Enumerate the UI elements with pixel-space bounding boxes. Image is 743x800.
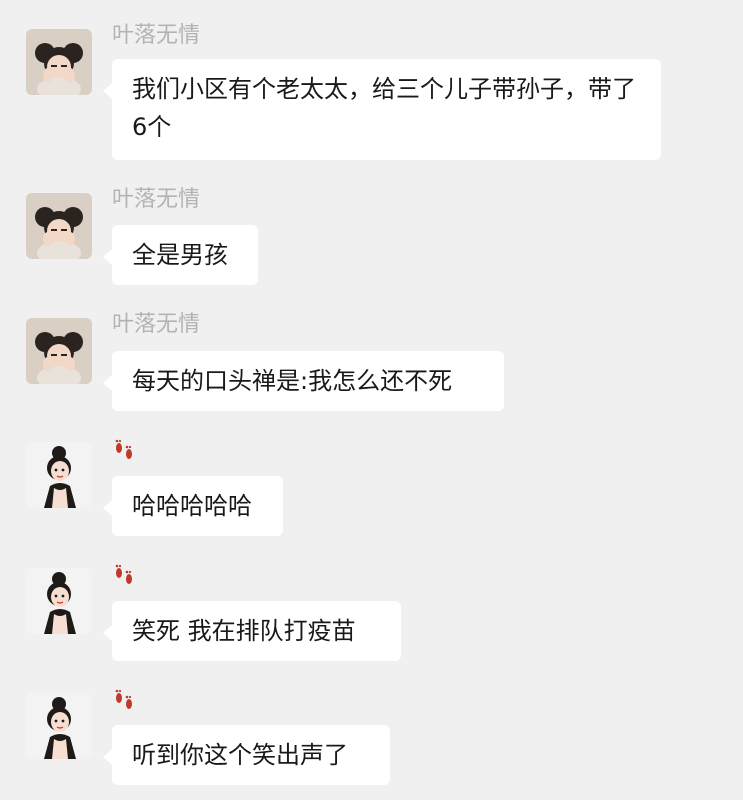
avatar[interactable] [26,442,92,508]
footprints-icon [112,438,138,464]
message-bubble[interactable]: 哈哈哈哈哈 [103,476,283,536]
message-text: 笑死 我在排队打疫苗 [132,617,356,645]
message-text: 我们小区有个老太太，给三个儿子带孙子，带了6个 [132,75,636,141]
message-text: 每天的口头禅是:我怎么还不死 [132,367,453,395]
avatar[interactable] [26,693,92,759]
footprints-icon [112,563,138,589]
avatar[interactable] [26,318,92,384]
message-bubble[interactable]: 我们小区有个老太太，给三个儿子带孙子，带了6个 [103,59,661,160]
message-bubble[interactable]: 全是男孩 [103,225,258,285]
message-bubble[interactable]: 笑死 我在排队打疫苗 [103,601,401,661]
message-text: 全是男孩 [132,241,228,269]
chat-message-list: 叶落无情 我们小区有个老太太，给三个儿子带孙子，带了6个 叶落无情 全是男孩 叶… [0,0,743,800]
message-bubble[interactable]: 每天的口头禅是:我怎么还不死 [103,351,504,411]
sender-name: 叶落无情 [112,187,201,212]
avatar[interactable] [26,29,92,95]
sender-name: 叶落无情 [112,312,201,337]
avatar[interactable] [26,568,92,634]
sender-name: 叶落无情 [112,23,201,48]
message-text: 听到你这个笑出声了 [132,741,348,769]
message-text: 哈哈哈哈哈 [132,492,252,520]
footprints-icon [112,688,138,714]
avatar[interactable] [26,193,92,259]
message-bubble[interactable]: 听到你这个笑出声了 [103,725,390,785]
